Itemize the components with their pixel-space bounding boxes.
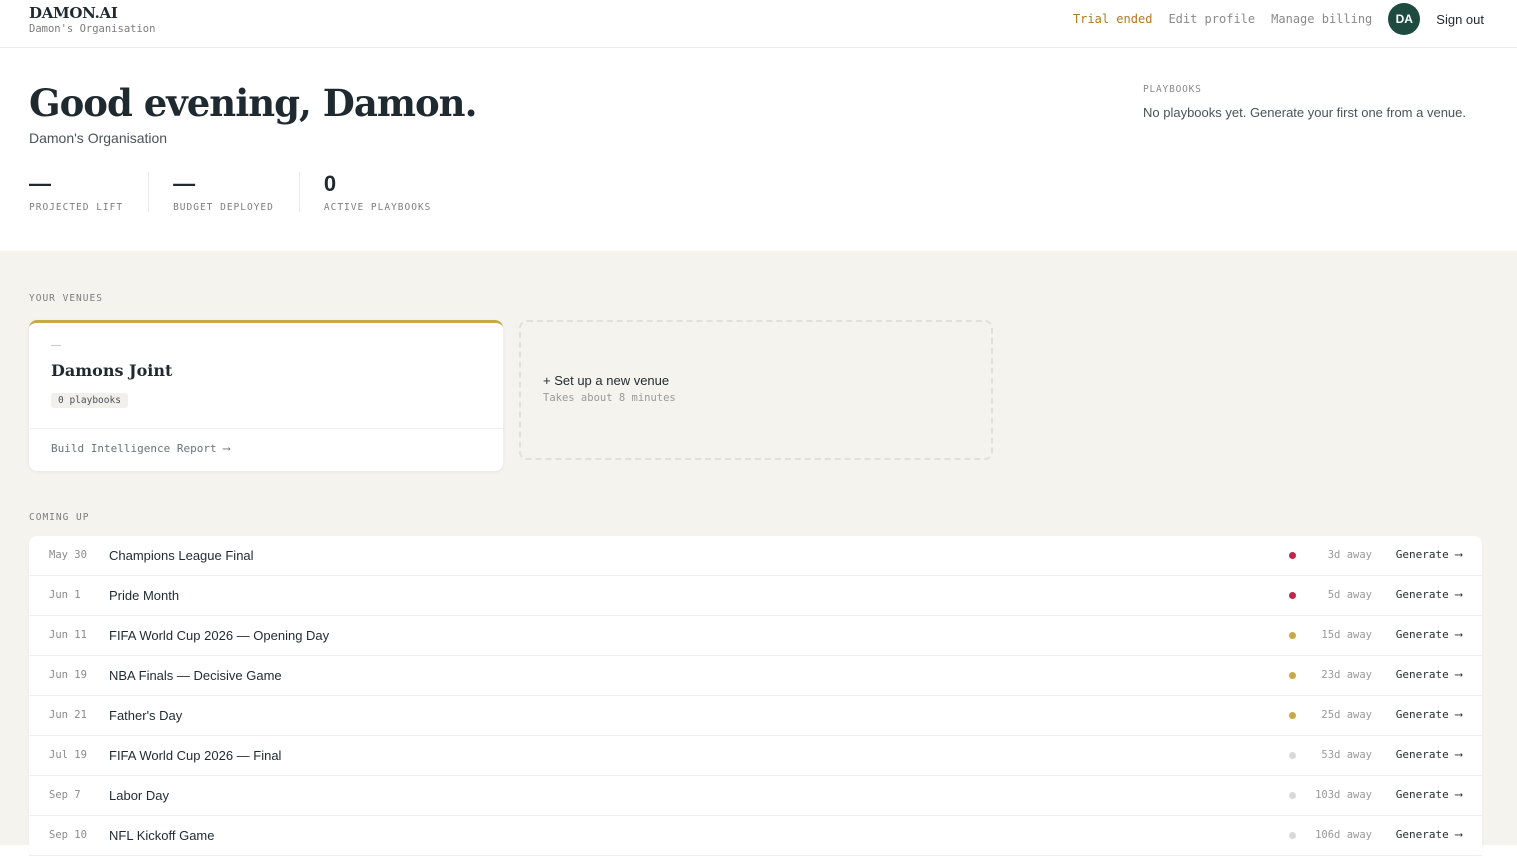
stat-budget-deployed: — BUDGET DEPLOYED <box>173 171 300 213</box>
generate-button[interactable]: Generate ⟶ <box>1396 548 1462 561</box>
list-item: Jun 19 NBA Finals — Decisive Game 23d aw… <box>29 656 1482 696</box>
brand-org: Damon's Organisation <box>29 23 156 35</box>
event-away: 5d away <box>1327 589 1372 601</box>
stat-active-playbooks: 0 ACTIVE PLAYBOOKS <box>323 171 457 214</box>
event-name: Champions League Final <box>109 548 254 563</box>
event-away: 103d away <box>1315 789 1372 801</box>
stat-label: ACTIVE PLAYBOOKS <box>323 202 432 213</box>
event-date: Sep 7 <box>49 789 81 801</box>
list-item: May 30 Champions League Final 3d away Ge… <box>29 536 1482 576</box>
stat-value: — <box>29 171 51 196</box>
urgency-dot-icon <box>1289 552 1296 559</box>
venues-section-label: YOUR VENUES <box>29 293 103 304</box>
event-date: Jun 19 <box>49 669 87 681</box>
stat-value: — <box>173 171 196 196</box>
event-name: Labor Day <box>109 788 169 803</box>
venue-card-footer: Build Intelligence Report ⟶ <box>29 428 503 471</box>
events-list: May 30 Champions League Final 3d away Ge… <box>29 536 1482 856</box>
generate-button[interactable]: Generate ⟶ <box>1396 588 1462 601</box>
playbooks-label: PLAYBOOKS <box>1143 84 1202 95</box>
urgency-dot-icon <box>1289 592 1296 599</box>
list-item: Sep 10 NFL Kickoff Game 106d away Genera… <box>29 816 1482 856</box>
stat-label: BUDGET DEPLOYED <box>173 202 274 213</box>
event-name: FIFA World Cup 2026 — Opening Day <box>109 628 330 643</box>
event-date: Jun 21 <box>49 709 87 721</box>
hero-org: Damon's Organisation <box>29 130 168 146</box>
new-venue-title: + Set up a new venue <box>543 373 670 388</box>
list-item: Jun 11 FIFA World Cup 2026 — Opening Day… <box>29 616 1482 656</box>
header-nav: Trial ended Edit profile Manage billing … <box>1073 3 1484 35</box>
top-bar: DAMON.AI Damon's Organisation Trial ende… <box>0 0 1517 48</box>
urgency-dot-icon <box>1289 832 1296 839</box>
list-item: Jul 19 FIFA World Cup 2026 — Final 53d a… <box>29 736 1482 776</box>
event-date: Sep 10 <box>49 829 87 841</box>
urgency-dot-icon <box>1289 752 1296 759</box>
manage-billing-link[interactable]: Manage billing <box>1271 12 1372 26</box>
stats-row: — PROJECTED LIFT — BUDGET DEPLOYED 0 ACT… <box>29 171 480 214</box>
urgency-dot-icon <box>1289 792 1296 799</box>
venue-name: Damons Joint <box>51 361 173 380</box>
event-name: FIFA World Cup 2026 — Final <box>109 748 282 763</box>
trial-ended-link[interactable]: Trial ended <box>1073 12 1152 26</box>
playbooks-empty-text: No playbooks yet. Generate your first on… <box>1143 105 1467 120</box>
event-away: 15d away <box>1321 629 1372 641</box>
event-away: 25d away <box>1321 709 1372 721</box>
urgency-dot-icon <box>1289 712 1296 719</box>
generate-button[interactable]: Generate ⟶ <box>1396 748 1462 761</box>
generate-button[interactable]: Generate ⟶ <box>1396 628 1462 641</box>
list-item: Jun 1 Pride Month 5d away Generate ⟶ <box>29 576 1482 616</box>
event-away: 106d away <box>1315 829 1372 841</box>
main-content: YOUR VENUES — Damons Joint 0 playbooks B… <box>0 251 1517 856</box>
new-venue-subtitle: Takes about 8 minutes <box>543 392 676 404</box>
coming-up-section-label: COMING UP <box>29 512 90 523</box>
hero-section: Good evening, Damon. Damon's Organisatio… <box>0 48 1517 251</box>
build-report-link[interactable]: Build Intelligence Report ⟶ <box>51 442 230 455</box>
event-name: NBA Finals — Decisive Game <box>109 668 282 683</box>
event-date: Jul 19 <box>49 749 87 761</box>
page-title: Good evening, Damon. <box>29 81 477 125</box>
event-away: 3d away <box>1327 549 1372 561</box>
stat-projected-lift: — PROJECTED LIFT <box>29 171 150 213</box>
event-name: Pride Month <box>109 588 180 603</box>
generate-button[interactable]: Generate ⟶ <box>1396 668 1462 681</box>
event-date: May 30 <box>49 549 87 561</box>
venue-dash: — <box>51 340 61 351</box>
venue-card[interactable]: — Damons Joint 0 playbooks Build Intelli… <box>29 320 503 471</box>
urgency-dot-icon <box>1289 672 1296 679</box>
event-away: 23d away <box>1321 669 1372 681</box>
event-date: Jun 1 <box>49 589 81 601</box>
list-item: Jun 21 Father's Day 25d away Generate ⟶ <box>29 696 1482 736</box>
brand[interactable]: DAMON.AI Damon's Organisation <box>29 4 155 35</box>
event-name: NFL Kickoff Game <box>109 828 215 843</box>
avatar[interactable]: DA <box>1388 3 1421 35</box>
edit-profile-link[interactable]: Edit profile <box>1168 12 1255 26</box>
new-venue-button[interactable]: + Set up a new venue Takes about 8 minut… <box>519 320 993 460</box>
urgency-dot-icon <box>1289 632 1296 639</box>
event-date: Jun 11 <box>49 629 87 641</box>
generate-button[interactable]: Generate ⟶ <box>1396 708 1462 721</box>
playbooks-badge: 0 playbooks <box>51 393 128 408</box>
event-name: Father's Day <box>109 708 183 723</box>
stat-label: PROJECTED LIFT <box>29 202 124 213</box>
stat-value: 0 <box>323 171 337 196</box>
brand-name: DAMON.AI <box>29 4 118 22</box>
generate-button[interactable]: Generate ⟶ <box>1396 828 1462 841</box>
sign-out-button[interactable]: Sign out <box>1436 12 1484 27</box>
event-away: 53d away <box>1321 749 1372 761</box>
list-item: Sep 7 Labor Day 103d away Generate ⟶ <box>29 776 1482 816</box>
generate-button[interactable]: Generate ⟶ <box>1396 788 1462 801</box>
